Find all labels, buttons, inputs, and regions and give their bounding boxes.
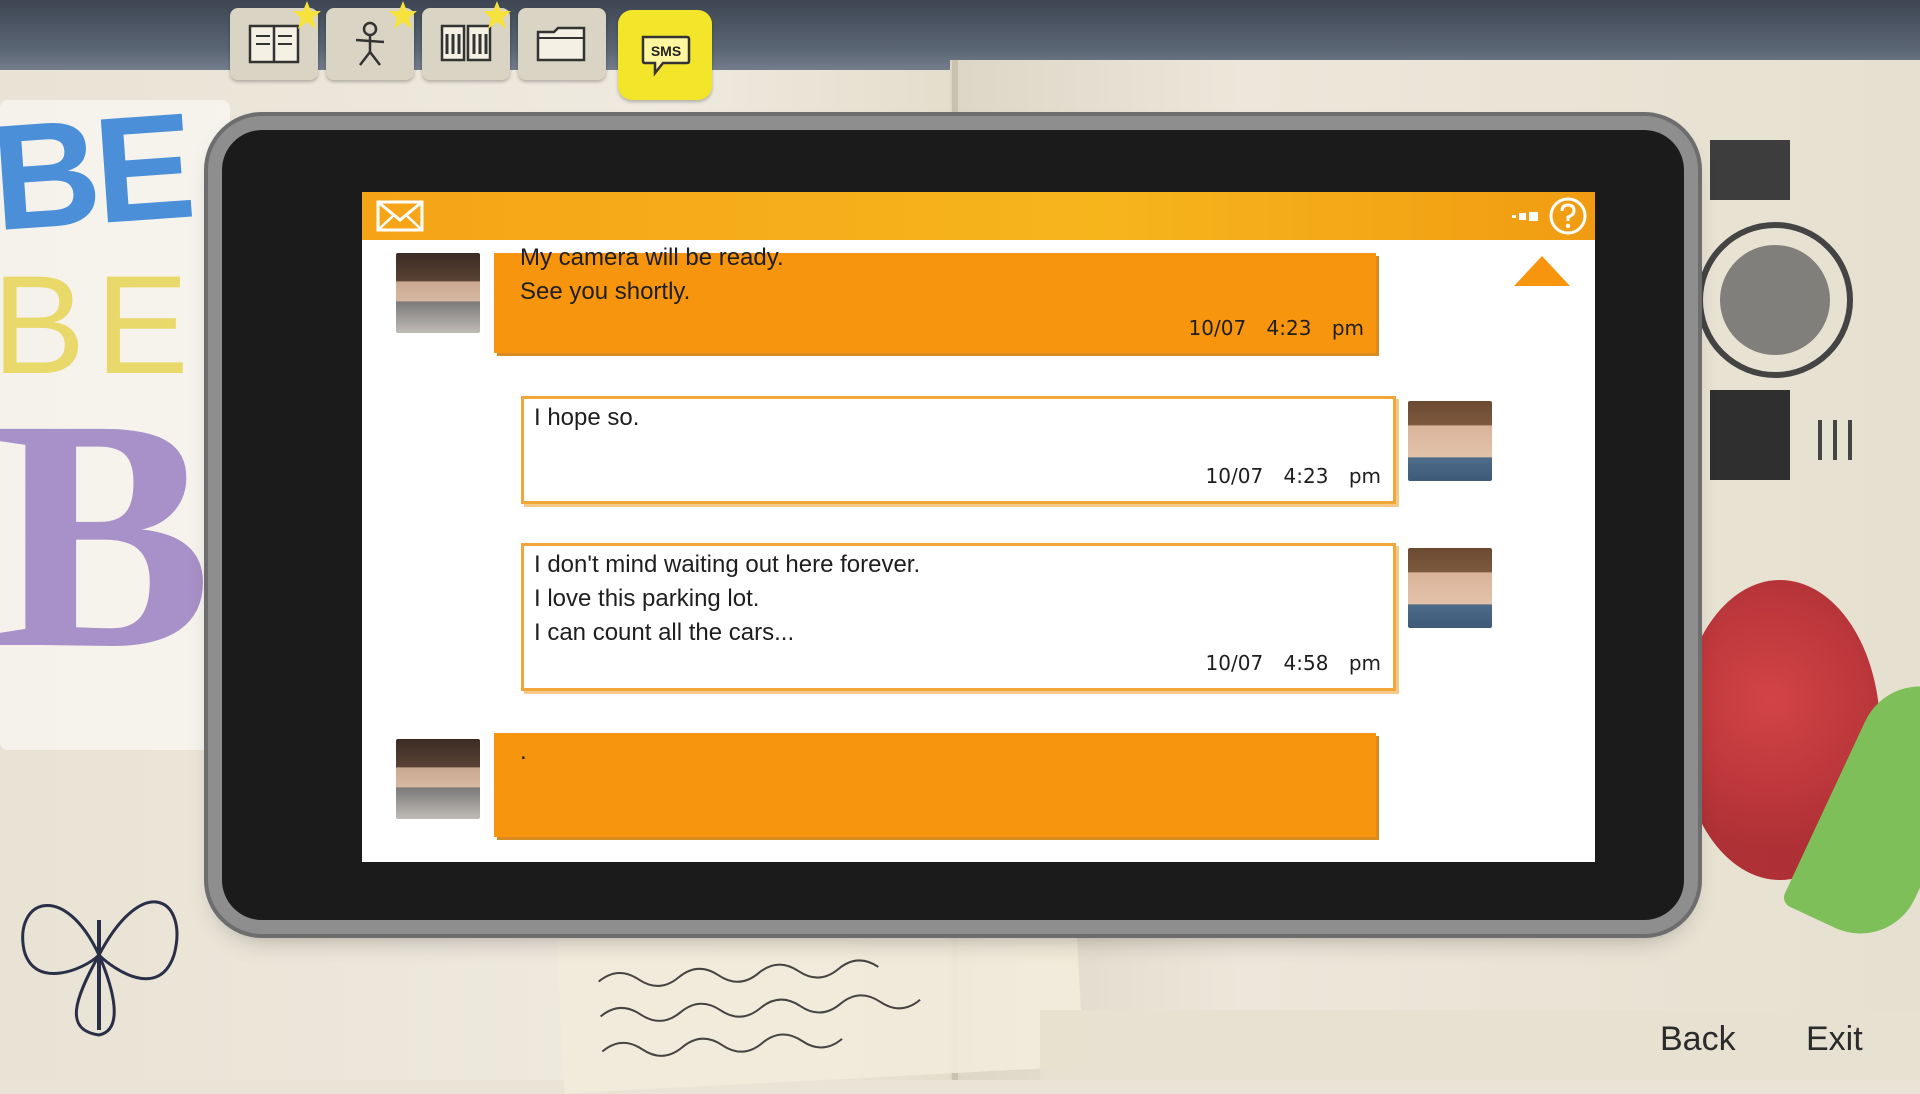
butterfly-doodle-icon bbox=[21, 900, 179, 1037]
scroll-up-icon[interactable] bbox=[1512, 254, 1572, 288]
message-timestamp: 10/07 4:23 pm bbox=[1189, 311, 1364, 345]
message-time: 4:23 pm bbox=[1266, 316, 1364, 340]
back-button[interactable]: Back bbox=[1660, 1020, 1736, 1059]
message-time: 4:58 pm bbox=[1283, 651, 1381, 675]
phone-screen: My camera will be ready. See you shortly… bbox=[362, 192, 1595, 862]
handwritten-note bbox=[556, 906, 1084, 1094]
warren-avatar bbox=[1408, 401, 1492, 481]
max-avatar bbox=[396, 253, 480, 333]
message-bubble: My camera will be ready. See you shortly… bbox=[494, 244, 1376, 353]
message-timestamp: 10/07 4:58 pm bbox=[1206, 646, 1381, 680]
bottom-strip bbox=[1040, 1010, 1920, 1080]
exit-button[interactable]: Exit bbox=[1806, 1020, 1863, 1059]
tab-files[interactable] bbox=[518, 8, 606, 80]
message-text: . bbox=[520, 738, 527, 765]
tab-sms[interactable]: SMS bbox=[618, 10, 712, 100]
star-icon bbox=[483, 1, 511, 29]
signal-icon bbox=[1512, 212, 1538, 221]
phone-status-bar bbox=[362, 192, 1595, 240]
message-text: My camera will be ready. See you shortly… bbox=[520, 244, 784, 305]
message-time: 4:23 pm bbox=[1283, 464, 1381, 488]
star-icon bbox=[293, 1, 321, 29]
message-timestamp: 10/07 4:23 pm bbox=[1206, 459, 1381, 493]
star-icon bbox=[389, 1, 417, 29]
message-date: 10/07 bbox=[1205, 464, 1264, 488]
max-avatar bbox=[396, 739, 480, 819]
message-text: I hope so. bbox=[534, 404, 640, 431]
message-bubble: . bbox=[494, 733, 1376, 837]
tab-sms-label: SMS bbox=[651, 43, 681, 59]
sms-thread[interactable]: My camera will be ready. See you shortly… bbox=[362, 240, 1595, 862]
message-text: I don't mind waiting out here forever. I… bbox=[534, 551, 921, 646]
decorative-letters: BE BE B bbox=[0, 80, 213, 717]
message-date: 10/07 bbox=[1188, 316, 1247, 340]
message-date: 10/07 bbox=[1205, 651, 1264, 675]
message-bubble: I don't mind waiting out here forever. I… bbox=[521, 543, 1396, 691]
folder-icon bbox=[536, 26, 586, 62]
warren-avatar bbox=[1408, 548, 1492, 628]
mail-icon[interactable] bbox=[376, 198, 424, 234]
help-icon[interactable] bbox=[1548, 196, 1588, 236]
message-bubble: I hope so. 10/07 4:23 pm bbox=[521, 396, 1396, 504]
sms-bubble-icon: SMS bbox=[641, 35, 691, 77]
